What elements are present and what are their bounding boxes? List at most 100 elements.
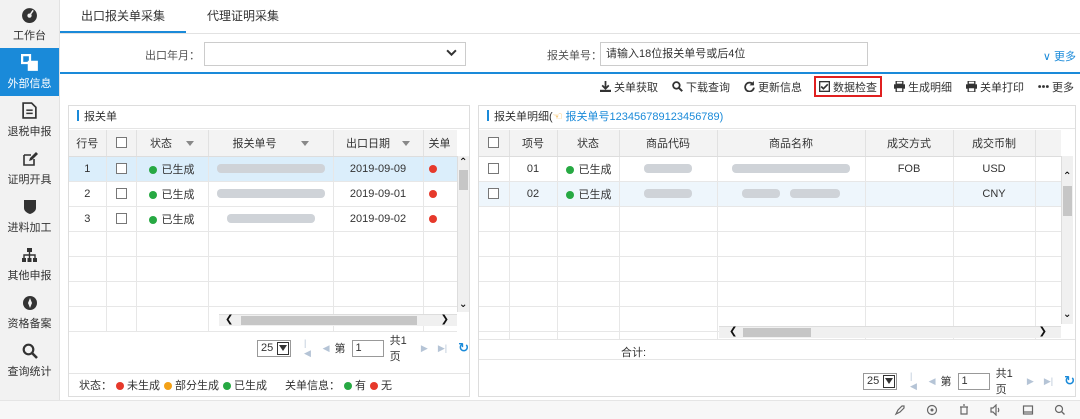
scroll-right-icon[interactable]: ❯ <box>1039 327 1047 337</box>
detail-table-wrap: 项号 状态 商品代码 商品名称 成交方式 成交币制 01 已生成 FOB USD… <box>479 130 1061 340</box>
filter-bar: 出口年月： 报关单号： 请输入18位报关单号或后4位 ∨ 更多 <box>60 34 1080 72</box>
pagination: 25 |◀ ◀ 第 1 共1页 ▶ ▶| ↻ <box>863 365 1075 397</box>
redacted-value <box>226 214 315 224</box>
next-page-icon[interactable]: ▶ <box>421 343 428 354</box>
pointer-hand-icon: ☜ <box>552 111 563 123</box>
scroll-left-icon[interactable]: ❮ <box>225 315 233 325</box>
sidebar-item-external-info[interactable]: 外部信息 <box>0 48 59 96</box>
fetch-declaration-button[interactable]: 关单获取 <box>598 76 660 97</box>
tab-export-declaration[interactable]: 出口报关单采集 <box>60 0 187 33</box>
download-query-button[interactable]: 下载查询 <box>670 76 732 97</box>
generate-detail-button[interactable]: 生成明细 <box>892 76 954 97</box>
page-number-input[interactable]: 1 <box>351 339 384 357</box>
page-size-select[interactable]: 25 <box>257 339 291 357</box>
declaration-table: 行号 状态 报关单号 出口日期 关单 1 已生成 2019-09-09 2 已生… <box>69 130 457 332</box>
sidebar-item-processing[interactable]: 进料加工 <box>0 192 59 240</box>
first-page-icon[interactable]: |◀ <box>910 371 919 392</box>
info-dot <box>428 164 437 173</box>
next-page-icon[interactable]: ▶ <box>1027 376 1034 387</box>
refresh-icon[interactable]: ↻ <box>458 340 469 356</box>
row-checkbox[interactable] <box>115 163 127 175</box>
trash-icon[interactable] <box>958 404 970 416</box>
vertical-scrollbar[interactable]: ⌃ ⌄ <box>457 156 469 312</box>
scrollbar-thumb[interactable] <box>459 170 468 190</box>
month-select[interactable] <box>204 42 466 66</box>
refresh-icon[interactable]: ↻ <box>1064 373 1075 389</box>
table-row[interactable]: 01 已生成 FOB USD <box>479 156 1061 182</box>
globe-icon[interactable] <box>926 404 938 416</box>
prev-page-icon[interactable]: ◀ <box>323 343 330 354</box>
row-checkbox[interactable] <box>115 188 127 200</box>
scrollbar-thumb[interactable] <box>743 328 811 337</box>
col-status[interactable]: 状态 <box>136 130 209 157</box>
sidebar-item-qualification[interactable]: 资格备案 <box>0 288 59 336</box>
col-select-all[interactable] <box>479 130 510 157</box>
print-icon <box>894 81 905 92</box>
sidebar-item-tax-refund[interactable]: 退税申报 <box>0 96 59 144</box>
page-size-select[interactable]: 25 <box>863 372 897 390</box>
page-number-input[interactable]: 1 <box>957 372 990 390</box>
col-declaration-no[interactable]: 报关单号 <box>208 130 334 157</box>
col-goods-code: 商品代码 <box>619 130 718 157</box>
select-all-checkbox[interactable] <box>488 137 500 149</box>
tab-agency-certificate[interactable]: 代理证明采集 <box>186 0 300 33</box>
status-dot <box>148 215 157 224</box>
declaration-panel: 报关单 行号 状态 报关单号 出口日期 关单 1 已生成 2019-09-09 … <box>68 105 470 397</box>
update-info-button[interactable]: 更新信息 <box>742 76 804 97</box>
data-check-button[interactable]: 数据检查 <box>814 76 882 97</box>
scroll-up-icon[interactable]: ⌃ <box>1063 172 1071 182</box>
edit-icon <box>21 150 39 168</box>
info-dot <box>428 189 437 198</box>
prev-page-icon[interactable]: ◀ <box>929 376 936 387</box>
row-checkbox[interactable] <box>115 213 127 225</box>
more-actions-button[interactable]: 更多 <box>1036 76 1076 97</box>
col-export-date[interactable]: 出口日期 <box>333 130 424 157</box>
tab-bar: 出口报关单采集 代理证明采集 <box>60 0 1080 34</box>
scroll-up-icon[interactable]: ⌃ <box>459 158 467 168</box>
sidebar-item-label: 进料加工 <box>7 221 52 234</box>
scroll-down-icon[interactable]: ⌄ <box>1063 310 1071 320</box>
table-row[interactable]: 02 已生成 CNY <box>479 181 1061 207</box>
panel-title: 报关单 <box>69 106 469 129</box>
select-all-checkbox[interactable] <box>115 137 127 149</box>
first-page-icon[interactable]: |◀ <box>304 338 313 359</box>
col-goods-name: 商品名称 <box>717 130 866 157</box>
rocket-icon[interactable] <box>894 404 906 416</box>
table-row[interactable]: 2 已生成 2019-09-01 <box>69 181 457 207</box>
search-icon[interactable] <box>1054 404 1066 416</box>
window-icon[interactable] <box>1022 404 1034 416</box>
scrollbar-thumb[interactable] <box>1063 186 1072 216</box>
col-status: 状态 <box>557 130 620 157</box>
sidebar-item-dashboard[interactable]: 工作台 <box>0 0 59 48</box>
print-declaration-button[interactable]: 关单打印 <box>964 76 1026 97</box>
vertical-scrollbar[interactable]: ⌃ ⌄ <box>1061 156 1073 324</box>
row-checkbox[interactable] <box>488 188 500 200</box>
download-icon <box>600 81 611 92</box>
more-filters-link[interactable]: ∨ 更多 <box>1043 48 1076 64</box>
horizontal-scrollbar[interactable]: ❮ ❯ <box>719 326 1061 338</box>
status-bar <box>0 400 1080 419</box>
sidebar-item-certificate[interactable]: 证明开具 <box>0 144 59 192</box>
speaker-icon[interactable] <box>990 404 1002 416</box>
scrollbar-thumb[interactable] <box>241 316 417 325</box>
last-page-icon[interactable]: ▶| <box>1044 376 1053 387</box>
scroll-left-icon[interactable]: ❮ <box>729 327 737 337</box>
scroll-down-icon[interactable]: ⌄ <box>459 300 467 310</box>
redacted-value <box>742 189 780 199</box>
last-page-icon[interactable]: ▶| <box>438 343 447 354</box>
org-chart-icon <box>21 246 39 264</box>
sidebar-item-query[interactable]: 查询统计 <box>0 336 59 384</box>
declaration-no-link[interactable]: 报关单号123456789123456789 <box>566 111 720 123</box>
row-checkbox[interactable] <box>488 163 500 175</box>
sidebar-item-other-declare[interactable]: 其他申报 <box>0 240 59 288</box>
scroll-right-icon[interactable]: ❯ <box>441 315 449 325</box>
col-select-all[interactable] <box>106 130 137 157</box>
col-item-no: 项号 <box>509 130 558 157</box>
app-root: 工作台 外部信息 退税申报 证明开具 进料加工 其他申报 资格备案 查询统计 出… <box>0 0 1080 419</box>
declaration-label: 报关单号： <box>547 50 602 62</box>
table-row[interactable]: 3 已生成 2019-09-02 <box>69 206 457 232</box>
table-row[interactable]: 1 已生成 2019-09-09 <box>69 156 457 182</box>
horizontal-scrollbar[interactable]: ❮ ❯ <box>219 314 457 326</box>
declaration-input[interactable]: 请输入18位报关单号或后4位 <box>600 42 868 66</box>
ellipsis-icon <box>1038 81 1049 92</box>
